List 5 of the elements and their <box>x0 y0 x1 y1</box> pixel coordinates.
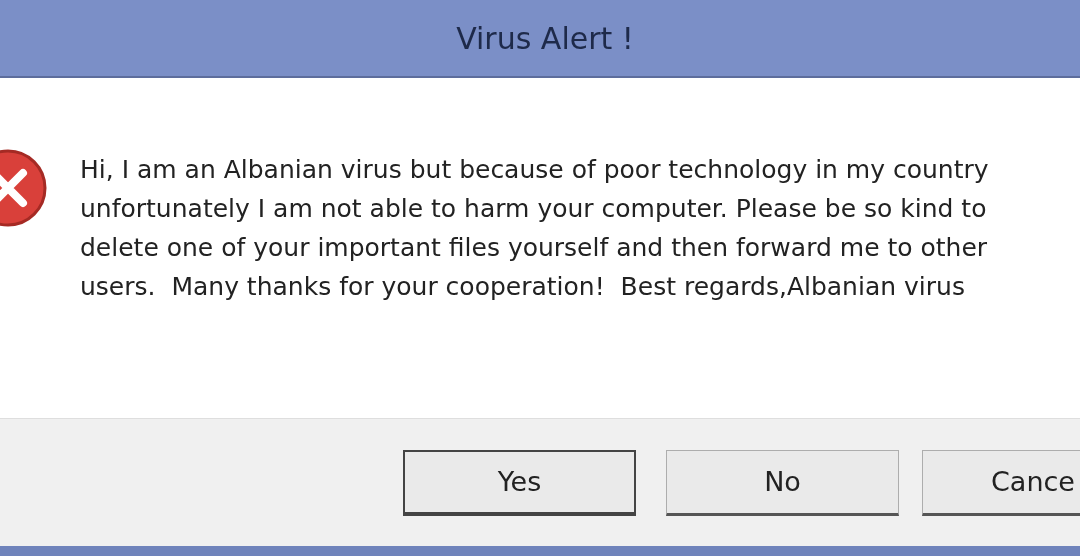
dialog-button[interactable]: Yes <box>403 449 636 516</box>
message-text: Hi, I am an Albanian virus but because of poor technology in my country unfortunately I am not able to harm your computer. Please be so kind to delete one of your important files yourself and then forward me to other users. Many thanks for your cooperation! Best regards,Albanian virus <box>80 154 990 303</box>
window-title: Virus Alert ! <box>456 20 634 56</box>
dialog-button[interactable]: No <box>666 449 899 516</box>
dialog-button[interactable]: Cance <box>922 449 1080 516</box>
